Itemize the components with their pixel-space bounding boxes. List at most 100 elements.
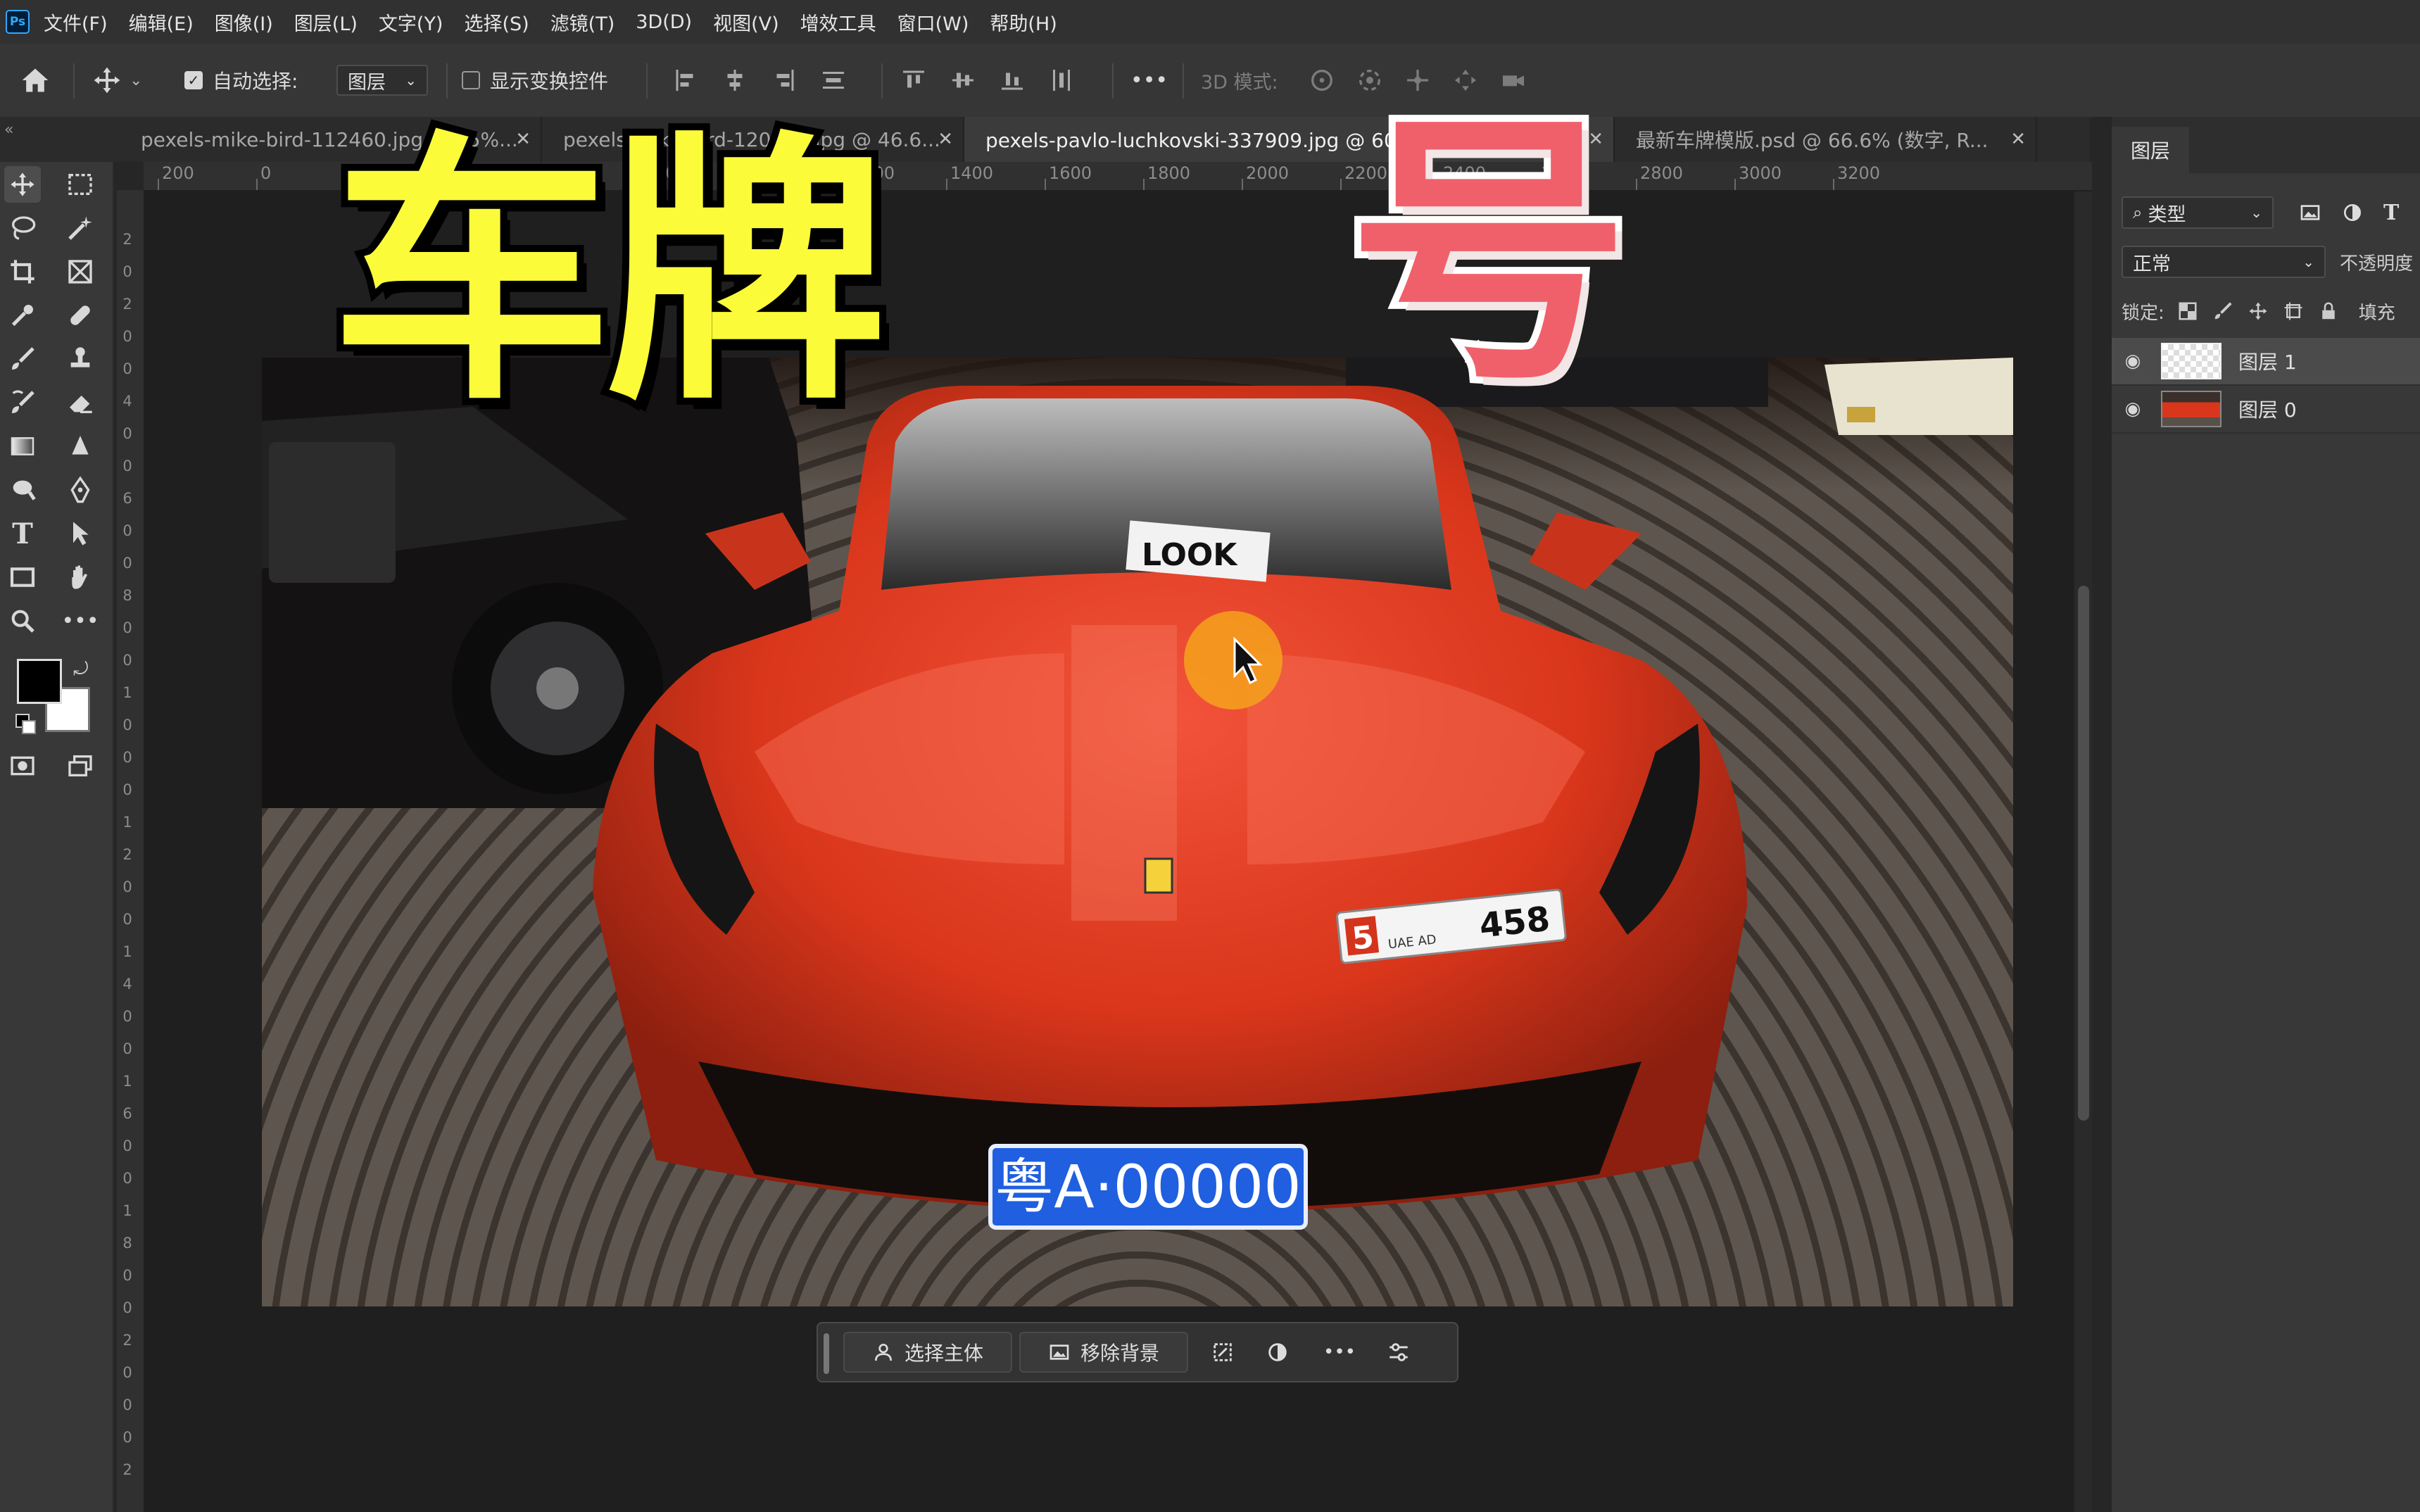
blur-tool[interactable]: [62, 428, 99, 465]
move-tool[interactable]: [4, 166, 41, 203]
more-options-button[interactable]: •••: [1130, 44, 1168, 117]
align-hcenter-icon[interactable]: [722, 68, 748, 93]
ruler-label: 1: [122, 943, 132, 960]
auto-select-checkbox[interactable]: ✓: [184, 71, 203, 89]
drag-handle[interactable]: [824, 1333, 829, 1374]
menu-3d[interactable]: 3D(D): [636, 11, 692, 33]
3d-roll-icon[interactable]: [1356, 66, 1384, 94]
auto-select-target-dropdown[interactable]: 图层 ⌄: [336, 65, 428, 96]
move-tool-preset[interactable]: ⌄: [92, 44, 142, 117]
3d-camera-icon[interactable]: [1499, 66, 1527, 94]
align-left-icon[interactable]: [673, 68, 698, 93]
lock-artboard-icon[interactable]: [2283, 301, 2304, 322]
close-icon[interactable]: ✕: [938, 129, 953, 150]
car-photo[interactable]: LOOK 5 UAE AD 458 粤A·00000: [262, 358, 2013, 1306]
align-bottom-icon[interactable]: [1000, 68, 1025, 93]
collapse-panels-icon[interactable]: «: [0, 117, 120, 162]
menu-view[interactable]: 视图(V): [713, 8, 779, 36]
frame-tool[interactable]: [62, 253, 99, 290]
align-hdistribute-icon[interactable]: [1049, 68, 1074, 93]
menu-image[interactable]: 图像(I): [215, 8, 273, 36]
tab-document-4[interactable]: 最新车牌模版.psd @ 66.6% (数字, R... ✕: [1615, 117, 2037, 162]
layer-thumbnail: [2161, 343, 2222, 379]
menu-filter[interactable]: 滤镜(T): [550, 8, 615, 36]
blur-icon: [72, 436, 89, 455]
vertical-scrollbar[interactable]: [2075, 191, 2092, 1512]
menu-edit[interactable]: 编辑(E): [129, 8, 194, 36]
3d-orbit-icon[interactable]: [1308, 66, 1336, 94]
screen-mode-button[interactable]: [62, 748, 99, 784]
lock-transparency-icon[interactable]: [2177, 301, 2198, 322]
ruler-label: 2: [122, 1461, 132, 1478]
history-brush-tool[interactable]: [4, 384, 41, 421]
3d-pan-icon[interactable]: [1404, 66, 1432, 94]
vertical-scrollbar-thumb[interactable]: [2078, 586, 2089, 1121]
eyedropper-tool[interactable]: [4, 297, 41, 334]
lock-position-icon[interactable]: [2248, 301, 2269, 322]
ruler-label: 0: [122, 1429, 132, 1446]
more-taskbar-button[interactable]: •••: [1319, 1332, 1360, 1373]
menu-type[interactable]: 文字(Y): [379, 8, 443, 36]
path-selection-tool[interactable]: [62, 515, 99, 552]
lock-pixels-icon[interactable]: [2212, 301, 2233, 322]
layer-filter-dropdown[interactable]: ⌕ 类型 ⌄: [2122, 196, 2274, 229]
layer-row-layer-1[interactable]: ◉ 图层 1: [2112, 338, 2420, 386]
rectangle-icon: [10, 567, 35, 587]
marquee-tool[interactable]: [62, 166, 99, 203]
filter-pixel-layer-icon[interactable]: [2299, 201, 2321, 224]
adjustment-button[interactable]: [1257, 1332, 1298, 1373]
swap-colors-icon[interactable]: ⤾: [73, 659, 89, 681]
crop-tool[interactable]: [4, 253, 41, 290]
pen-tool[interactable]: [62, 472, 99, 508]
brush-tool[interactable]: [4, 341, 41, 377]
taskbar-settings-button[interactable]: [1378, 1332, 1419, 1373]
3d-slide-icon[interactable]: [1451, 66, 1480, 94]
history-brush-icon: [12, 390, 34, 413]
ruler-label: 2000: [1246, 163, 1290, 183]
clone-stamp-tool[interactable]: [62, 341, 99, 377]
ruler-label: 8: [122, 587, 132, 604]
align-vdistribute-icon[interactable]: [821, 68, 846, 93]
hand-tool[interactable]: [62, 559, 99, 596]
blend-mode-dropdown[interactable]: 正常 ⌄: [2122, 246, 2326, 278]
select-subject-button[interactable]: 选择主体: [843, 1332, 1012, 1373]
gradient-tool[interactable]: [4, 428, 41, 465]
tab-layers[interactable]: 图层: [2112, 127, 2189, 173]
menu-select[interactable]: 选择(S): [464, 8, 529, 36]
arrow-pointer-icon: [73, 522, 89, 546]
align-right-icon[interactable]: [771, 68, 797, 93]
edit-toolbar-button[interactable]: •••: [61, 603, 99, 639]
filter-adjustment-layer-icon[interactable]: [2341, 201, 2364, 224]
ruler-label: 0: [122, 360, 132, 377]
show-transform-checkbox[interactable]: [462, 71, 480, 89]
quick-mask-button[interactable]: [4, 748, 41, 784]
filter-type-layer-icon[interactable]: T: [2383, 201, 2399, 225]
default-colors-icon[interactable]: [15, 714, 36, 734]
menu-layer[interactable]: 图层(L): [294, 8, 358, 36]
transform-selection-button[interactable]: [1202, 1332, 1243, 1373]
magic-wand-tool[interactable]: [62, 210, 99, 246]
align-top-icon[interactable]: [901, 68, 926, 93]
rectangle-tool[interactable]: [4, 559, 41, 596]
panel-dock-divider[interactable]: [2092, 117, 2112, 1512]
zoom-tool[interactable]: [4, 603, 41, 639]
close-icon[interactable]: ✕: [2010, 129, 2026, 150]
menu-help[interactable]: 帮助(H): [990, 8, 1057, 36]
lock-all-icon[interactable]: [2318, 301, 2339, 322]
ruler-label: 0: [122, 878, 132, 895]
menu-window[interactable]: 窗口(W): [897, 8, 969, 36]
visibility-eye-icon[interactable]: ◉: [2112, 398, 2154, 420]
type-tool[interactable]: T: [4, 515, 41, 552]
menu-plugins[interactable]: 增效工具: [800, 8, 876, 36]
ruler-tick: [158, 179, 159, 190]
home-button[interactable]: [20, 44, 51, 117]
dodge-tool[interactable]: [4, 472, 41, 508]
healing-brush-tool[interactable]: [62, 297, 99, 334]
eraser-tool[interactable]: [62, 384, 99, 421]
align-vcenter-icon[interactable]: [950, 68, 976, 93]
visibility-eye-icon[interactable]: ◉: [2112, 351, 2154, 372]
menu-file[interactable]: 文件(F): [44, 8, 108, 36]
lasso-tool[interactable]: [4, 210, 41, 246]
layer-row-layer-0[interactable]: ◉ 图层 0: [2112, 386, 2420, 434]
remove-background-button[interactable]: 移除背景: [1019, 1332, 1188, 1373]
